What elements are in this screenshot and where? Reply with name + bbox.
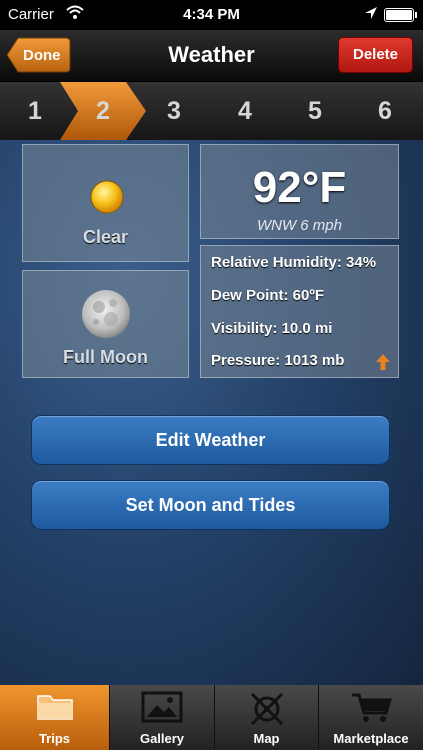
nav-bar: Done Weather Delete xyxy=(0,30,423,82)
edit-weather-button[interactable]: Edit Weather xyxy=(31,415,390,465)
step-indicator: 1 2 3 4 5 6 xyxy=(0,82,423,140)
tab-gallery[interactable]: Gallery xyxy=(110,685,215,750)
wind-value: WNW 6 mph xyxy=(256,217,342,234)
tab-label-marketplace: Marketplace xyxy=(333,731,409,746)
dew-point-value: Dew Point: 60ºF xyxy=(211,287,324,304)
step-6[interactable]: 6 xyxy=(350,82,420,140)
cart-icon xyxy=(352,693,392,722)
folder-icon xyxy=(36,695,73,720)
step-1[interactable]: 1 xyxy=(0,82,70,140)
tab-label-map: Map xyxy=(253,731,280,746)
set-moon-tides-button[interactable]: Set Moon and Tides xyxy=(31,480,390,530)
humidity-value: Relative Humidity: 34% xyxy=(211,254,377,271)
pressure-rising-arrow-icon xyxy=(376,354,390,370)
tab-marketplace[interactable]: Marketplace xyxy=(319,685,423,750)
tab-trips[interactable]: Trips xyxy=(0,685,110,750)
step-4[interactable]: 4 xyxy=(210,82,280,140)
temperature-panel[interactable]: 92°F WNW 6 mph xyxy=(200,144,399,239)
weather-content: Clear Full Moon 92°F WNW 6 mph Relative … xyxy=(0,140,423,685)
status-bar: Carrier 4:34 PM xyxy=(0,0,423,30)
tab-map[interactable]: Map xyxy=(215,685,319,750)
temperature-value: 92°F xyxy=(252,163,347,212)
step-2[interactable]: 2 xyxy=(68,82,138,140)
clock: 4:34 PM xyxy=(183,6,240,23)
compass-icon xyxy=(250,692,283,726)
moon-phase-label: Full Moon xyxy=(63,347,148,367)
condition-label: Clear xyxy=(82,227,129,247)
tab-label-gallery: Gallery xyxy=(139,731,185,746)
step-3[interactable]: 3 xyxy=(139,82,209,140)
sun-icon xyxy=(90,180,124,214)
picture-icon xyxy=(141,691,183,723)
delete-button[interactable]: Delete xyxy=(338,37,413,73)
full-moon-icon xyxy=(82,290,130,338)
visibility-value: Visibility: 10.0 mi xyxy=(211,320,333,337)
condition-panel[interactable]: Clear xyxy=(22,144,189,262)
tab-label-trips: Trips xyxy=(38,731,71,746)
tab-bar: Trips Gallery Map Marketplace xyxy=(0,685,423,750)
battery-icon xyxy=(384,8,414,22)
conditions-detail-panel[interactable]: Relative Humidity: 34% Dew Point: 60ºF V… xyxy=(200,245,399,378)
location-arrow-icon xyxy=(365,7,377,19)
battery-tip xyxy=(415,12,417,18)
pressure-value: Pressure: 1013 mb xyxy=(211,352,345,369)
step-5[interactable]: 5 xyxy=(280,82,350,140)
moon-panel[interactable]: Full Moon xyxy=(22,270,189,378)
